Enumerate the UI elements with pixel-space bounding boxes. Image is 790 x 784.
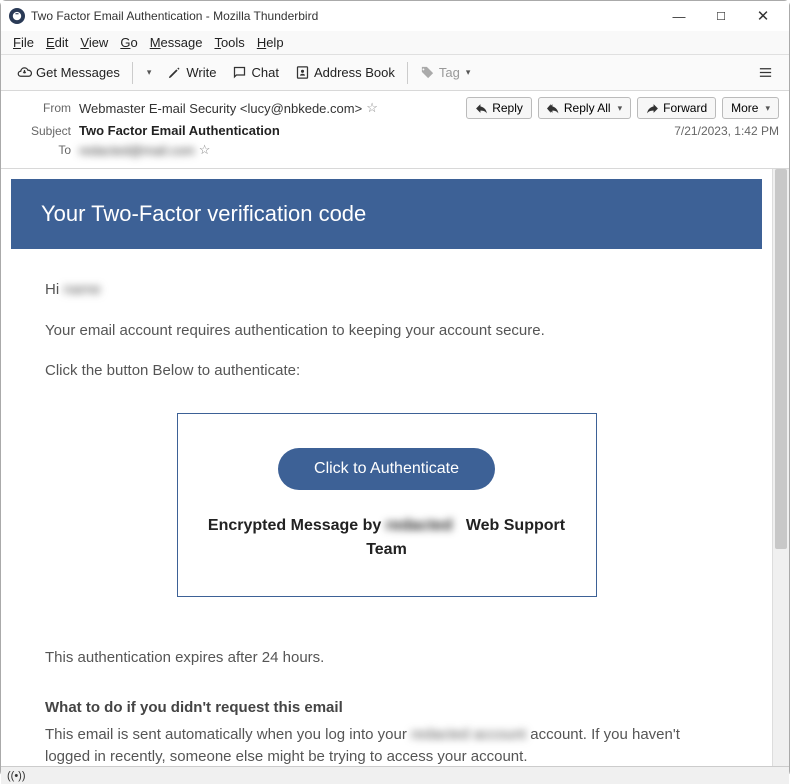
forward-icon (646, 102, 659, 115)
reply-label: Reply (492, 101, 523, 115)
address-book-icon (295, 65, 310, 80)
from-value: Webmaster E-mail Security <lucy@nbkede.c… (79, 101, 362, 116)
address-book-button[interactable]: Address Book (287, 61, 403, 84)
reply-all-label: Reply All (564, 101, 611, 115)
vertical-scrollbar[interactable] (772, 169, 789, 766)
auth-box: Click to Authenticate Encrypted Message … (177, 413, 597, 597)
body-line-2: Click the button Below to authenticate: (45, 360, 728, 383)
main-toolbar: Get Messages ▾ Write Chat Address Book T… (1, 55, 789, 91)
enc-redacted: redacted (386, 514, 453, 538)
section-body: This email is sent automatically when yo… (45, 724, 728, 767)
encrypted-message-text: Encrypted Message by redacted Web Suppor… (198, 514, 576, 562)
chat-label: Chat (251, 65, 278, 80)
menubar: File Edit View Go Message Tools Help (1, 31, 789, 55)
to-label: To (21, 143, 71, 157)
maximize-button[interactable]: ☐ (711, 10, 731, 23)
toolbar-divider (132, 62, 133, 84)
more-button[interactable]: More ▾ (722, 97, 779, 119)
toolbar-divider (407, 62, 408, 84)
to-value: redacted@mail.com (79, 143, 195, 158)
subject-value: Two Factor Email Authentication (79, 123, 280, 138)
forward-button[interactable]: Forward (637, 97, 716, 119)
message-body-pane: Your Two-Factor verification code Hi nam… (1, 169, 772, 766)
write-label: Write (186, 65, 216, 80)
tag-icon (420, 65, 435, 80)
body-line-1: Your email account requires authenticati… (45, 320, 728, 343)
reply-button[interactable]: Reply (466, 97, 532, 119)
greeting-line: Hi name (45, 279, 728, 302)
menu-edit[interactable]: Edit (42, 33, 72, 52)
get-messages-dropdown[interactable]: ▾ (137, 63, 160, 82)
email-banner: Your Two-Factor verification code (11, 179, 762, 249)
menu-go[interactable]: Go (116, 33, 141, 52)
forward-label: Forward (663, 101, 707, 115)
address-book-label: Address Book (314, 65, 395, 80)
scrollbar-thumb[interactable] (775, 169, 787, 549)
menu-view[interactable]: View (76, 33, 112, 52)
section-title: What to do if you didn't request this em… (45, 697, 728, 720)
window-titlebar: Two Factor Email Authentication - Mozill… (1, 1, 789, 31)
window-controls: — ☐ ✕ (669, 7, 773, 25)
from-label: From (21, 101, 71, 115)
contact-star-icon[interactable]: ☆ (366, 100, 378, 116)
message-actions: Reply Reply All ▾ Forward More ▾ (466, 97, 779, 119)
minimize-button[interactable]: — (669, 9, 689, 24)
menu-help[interactable]: Help (253, 33, 288, 52)
menu-file[interactable]: File (9, 33, 38, 52)
greeting-name: name (63, 279, 101, 302)
close-button[interactable]: ✕ (753, 7, 773, 25)
menu-message[interactable]: Message (146, 33, 207, 52)
get-messages-button[interactable]: Get Messages (9, 61, 128, 84)
section-body-prefix: This email is sent automatically when yo… (45, 726, 411, 743)
chat-icon (232, 65, 247, 80)
activity-indicator-icon: ((•)) (7, 770, 26, 782)
get-messages-label: Get Messages (36, 65, 120, 80)
enc-prefix: Encrypted Message by (208, 517, 386, 534)
download-cloud-icon (17, 65, 32, 80)
pencil-icon (167, 65, 182, 80)
expiry-line: This authentication expires after 24 hou… (45, 647, 728, 670)
more-label: More (731, 101, 758, 115)
write-button[interactable]: Write (159, 61, 224, 84)
reply-icon (475, 102, 488, 115)
message-date: 7/21/2023, 1:42 PM (674, 124, 779, 138)
chat-button[interactable]: Chat (224, 61, 286, 84)
statusbar: ((•)) (1, 766, 789, 784)
contact-star-icon[interactable]: ☆ (199, 142, 211, 158)
authenticate-button[interactable]: Click to Authenticate (278, 448, 495, 490)
message-header: From Webmaster E-mail Security <lucy@nbk… (1, 91, 789, 169)
app-menu-button[interactable] (750, 61, 781, 84)
window-title: Two Factor Email Authentication - Mozill… (31, 9, 669, 23)
subject-label: Subject (21, 124, 71, 138)
hamburger-icon (758, 65, 773, 80)
reply-all-icon (547, 102, 560, 115)
tag-button[interactable]: Tag ▾ (412, 61, 479, 84)
menu-tools[interactable]: Tools (210, 33, 248, 52)
reply-all-button[interactable]: Reply All ▾ (538, 97, 631, 119)
message-pane-wrap: Your Two-Factor verification code Hi nam… (1, 169, 789, 766)
email-body: Hi name Your email account requires auth… (11, 249, 762, 766)
greeting-prefix: Hi (45, 281, 63, 298)
tag-label: Tag (439, 65, 460, 80)
app-icon (9, 8, 25, 24)
section-body-redacted: redacted account (411, 724, 526, 747)
